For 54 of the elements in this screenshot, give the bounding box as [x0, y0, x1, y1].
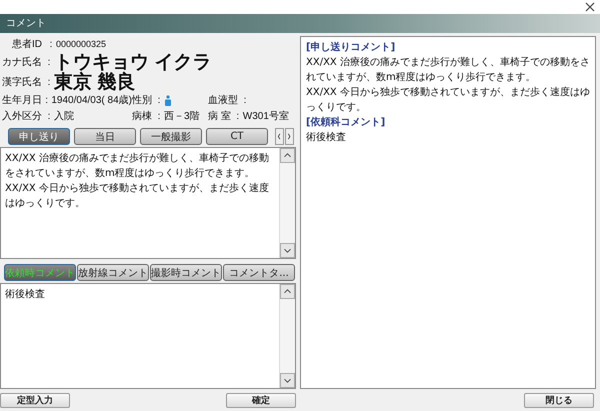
scrollbar[interactable]: [279, 148, 295, 258]
separator: :: [44, 94, 50, 106]
scroll-left-icon[interactable]: [275, 128, 284, 145]
field-label: 血液型: [208, 94, 238, 107]
tab[interactable]: CT: [206, 128, 268, 145]
comment-text: XX/XX 今日から独歩で移動されていますが、まだ歩く速度はゆっくりです。: [306, 86, 590, 115]
window-title: コメント: [0, 14, 600, 33]
field-label: 漢字氏名: [2, 76, 43, 89]
section-heading: [申し送りコメント]: [306, 40, 396, 55]
scroll-up-icon[interactable]: [280, 284, 295, 299]
field-label: 病棟: [132, 110, 152, 123]
memo-text: 術後検査: [5, 288, 46, 302]
field-value: 西－3階: [164, 110, 200, 123]
field-value: W301号室: [242, 110, 289, 123]
section-heading: [依頼科コメント]: [306, 116, 386, 130]
separator: :: [46, 56, 52, 68]
field-label: 性別: [132, 94, 152, 107]
field-value: 1940/04/03( 84歳): [51, 94, 132, 107]
comment-text: 術後検査: [306, 130, 347, 145]
separator: :: [46, 110, 52, 122]
memo-text: XX/XX 今日から独歩で移動されていますが、まだ歩く速度はゆっくりです。: [5, 182, 270, 211]
scroll-down-icon[interactable]: [280, 243, 295, 258]
separator: :: [242, 94, 248, 106]
field-label: カナ氏名: [2, 56, 43, 69]
tab[interactable]: 一般撮影: [140, 128, 202, 145]
footer-button[interactable]: 閉じる: [524, 392, 594, 408]
scroll-down-icon[interactable]: [280, 373, 295, 388]
field-value: 東京 幾良: [54, 71, 136, 94]
scroll-up-icon[interactable]: [280, 148, 295, 163]
field-label: 生年月日: [2, 94, 42, 107]
footer-button[interactable]: 定型入力: [0, 392, 70, 408]
separator: :: [156, 110, 162, 122]
separator: :: [156, 94, 162, 106]
separator: :: [46, 76, 52, 88]
comment-text: XX/XX 治療後の痛みでまだ歩行が難しく、車椅子での移動をされていますが、数m程度はゆっくり歩行できます。: [306, 56, 590, 85]
scroll-right-icon[interactable]: [285, 128, 294, 145]
tab[interactable]: 撮影時コメント: [150, 264, 222, 281]
field-label: 病 室: [208, 110, 231, 123]
field-value: 0000000325: [56, 39, 106, 49]
person-icon: [164, 94, 172, 106]
field-value: トウキョウ イクラ: [54, 51, 212, 73]
footer-button[interactable]: 確定: [226, 392, 296, 408]
tab[interactable]: 申し送り: [8, 128, 70, 145]
close-icon[interactable]: [585, 2, 595, 12]
separator: :: [235, 110, 240, 122]
scrollbar[interactable]: [279, 284, 295, 388]
tab[interactable]: 放射線コメント: [77, 264, 149, 281]
field-value: 入院: [54, 110, 74, 123]
memo-text: XX/XX 治療後の痛みでまだ歩行が難しく、車椅子での移動をされていますが、数m程度はゆっくり歩行できます。: [5, 152, 270, 181]
separator: :: [48, 38, 54, 50]
tab[interactable]: 当日: [74, 128, 136, 145]
field-label: 患者ID: [11, 38, 43, 51]
field-label: 入外区分: [2, 110, 43, 123]
tab[interactable]: コメントタ...: [223, 264, 295, 281]
